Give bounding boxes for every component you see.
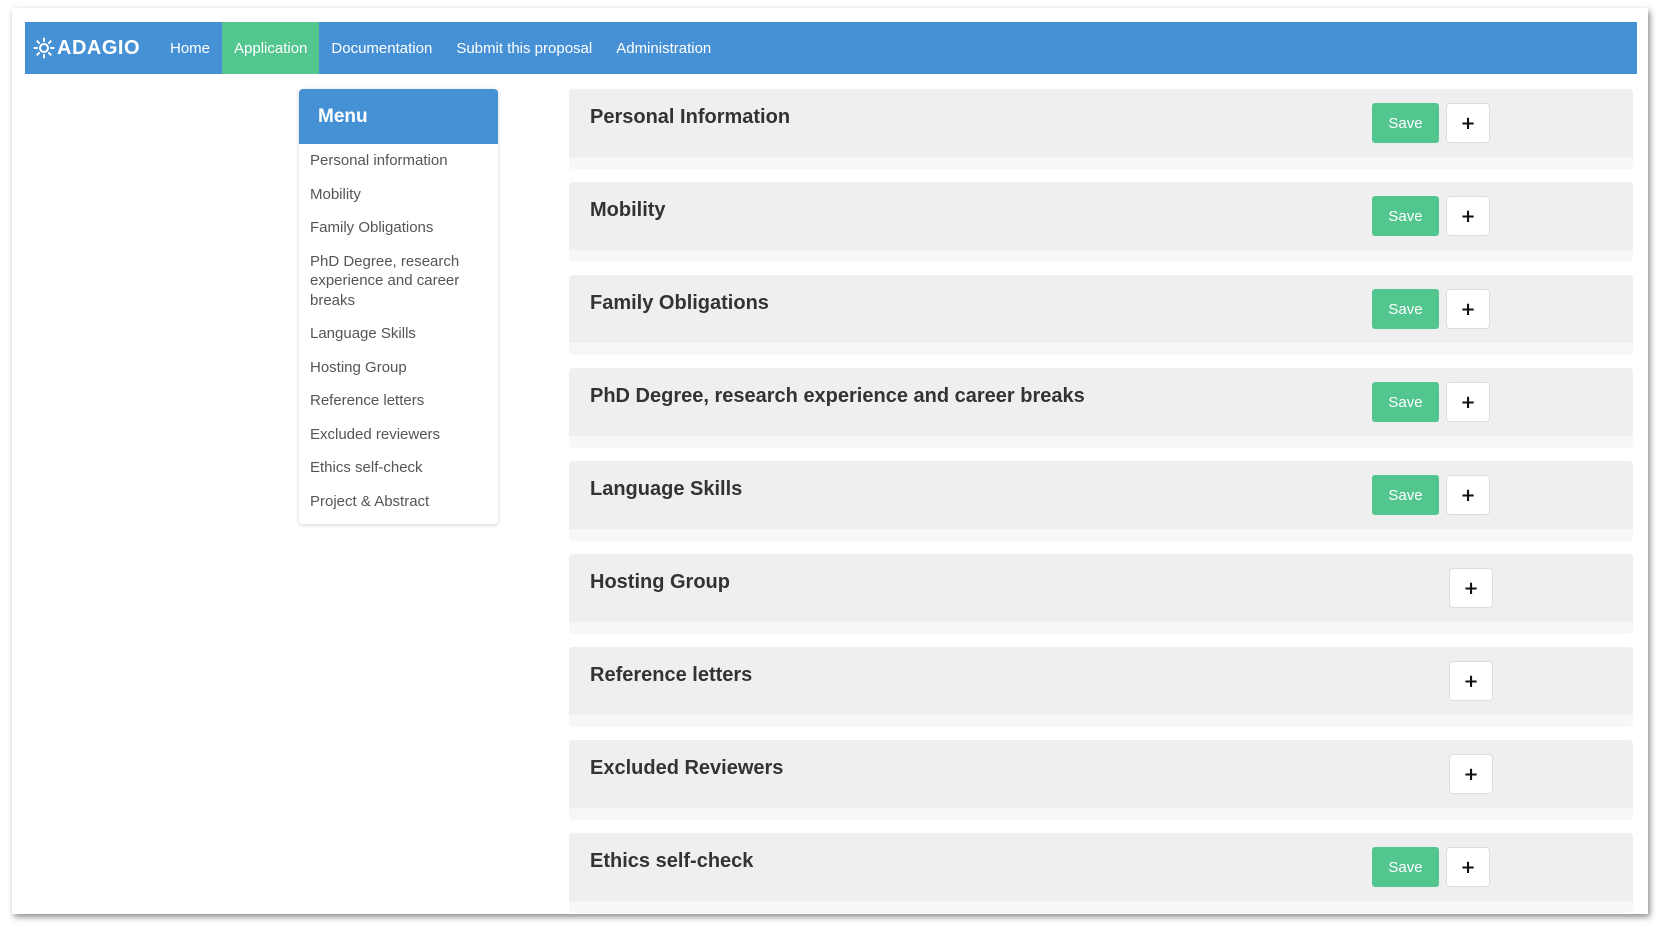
section-title: PhD Degree, research experience and care… — [590, 385, 1085, 407]
section-title: Reference letters — [590, 664, 753, 686]
side-menu: Menu Personal information Mobility Famil… — [299, 89, 498, 524]
menu-item-ethics-self-check[interactable]: Ethics self-check — [299, 451, 498, 485]
save-button[interactable]: Save — [1372, 103, 1439, 143]
section-header: Language Skills Save + — [569, 461, 1633, 529]
section-header: Mobility Save + — [569, 182, 1633, 250]
nav-submit-proposal-label: Submit this proposal — [456, 39, 593, 57]
nav-administration[interactable]: Administration — [604, 22, 723, 74]
section-header: Personal Information Save + — [569, 89, 1633, 157]
section-phd-degree: PhD Degree, research experience and care… — [569, 368, 1633, 448]
nav-submit-proposal[interactable]: Submit this proposal — [444, 22, 604, 74]
section-title: Mobility — [590, 199, 666, 221]
expand-plus-icon[interactable]: + — [1449, 568, 1493, 608]
section-title: Family Obligations — [590, 292, 769, 314]
section-title: Ethics self-check — [590, 850, 754, 872]
section-ethics-self-check: Ethics self-check Save + — [569, 833, 1633, 913]
nav-documentation-label: Documentation — [331, 39, 433, 57]
section-header: Reference letters + — [569, 647, 1633, 715]
expand-plus-icon[interactable]: + — [1449, 754, 1493, 794]
nav-documentation[interactable]: Documentation — [319, 22, 444, 74]
section-reference-letters: Reference letters + — [569, 647, 1633, 727]
section-mobility: Mobility Save + — [569, 182, 1633, 262]
app-window: ADAGIO Home Application Documentation Su… — [12, 8, 1648, 914]
menu-item-mobility[interactable]: Mobility — [299, 178, 498, 212]
menu-item-reference-letters[interactable]: Reference letters — [299, 384, 498, 418]
section-hosting-group: Hosting Group + — [569, 554, 1633, 634]
nav-administration-label: Administration — [616, 39, 712, 57]
save-button[interactable]: Save — [1372, 289, 1439, 329]
expand-plus-icon[interactable]: + — [1446, 196, 1490, 236]
menu-item-personal-information[interactable]: Personal information — [299, 144, 498, 178]
nav-home[interactable]: Home — [158, 22, 222, 74]
brand-logo[interactable]: ADAGIO — [25, 22, 158, 74]
menu-item-project-abstract[interactable]: Project & Abstract — [299, 485, 498, 519]
expand-plus-icon[interactable]: + — [1446, 289, 1490, 329]
section-excluded-reviewers: Excluded Reviewers + — [569, 740, 1633, 820]
sections-list: Personal Information Save + Mobility Sav… — [569, 89, 1633, 914]
section-language-skills: Language Skills Save + — [569, 461, 1633, 541]
save-button[interactable]: Save — [1372, 475, 1439, 515]
menu-title: Menu — [299, 89, 498, 144]
expand-plus-icon[interactable]: + — [1449, 661, 1493, 701]
expand-plus-icon[interactable]: + — [1446, 103, 1490, 143]
save-button[interactable]: Save — [1372, 847, 1439, 887]
expand-plus-icon[interactable]: + — [1446, 847, 1490, 887]
menu-item-family-obligations[interactable]: Family Obligations — [299, 211, 498, 245]
section-title: Personal Information — [590, 106, 791, 128]
brand-name: ADAGIO — [57, 36, 140, 59]
section-header: Family Obligations Save + — [569, 275, 1633, 343]
section-title: Excluded Reviewers — [590, 757, 784, 779]
nav-home-label: Home — [170, 39, 211, 57]
menu-item-hosting-group[interactable]: Hosting Group — [299, 351, 498, 385]
nav-application[interactable]: Application — [222, 22, 320, 74]
save-button[interactable]: Save — [1372, 382, 1439, 422]
expand-plus-icon[interactable]: + — [1446, 382, 1490, 422]
menu-item-language-skills[interactable]: Language Skills — [299, 317, 498, 351]
save-button[interactable]: Save — [1372, 196, 1439, 236]
menu-item-phd-degree[interactable]: PhD Degree, research experience and care… — [299, 245, 498, 318]
section-header: PhD Degree, research experience and care… — [569, 368, 1633, 436]
section-family-obligations: Family Obligations Save + — [569, 275, 1633, 355]
section-title: Language Skills — [590, 478, 743, 500]
top-navbar: ADAGIO Home Application Documentation Su… — [25, 22, 1637, 74]
gear-logo-icon — [33, 37, 55, 59]
section-header: Ethics self-check Save + — [569, 833, 1633, 901]
nav-application-label: Application — [234, 39, 308, 57]
section-header: Hosting Group + — [569, 554, 1633, 622]
expand-plus-icon[interactable]: + — [1446, 475, 1490, 515]
section-title: Hosting Group — [590, 571, 730, 593]
section-personal-information: Personal Information Save + — [569, 89, 1633, 169]
section-header: Excluded Reviewers + — [569, 740, 1633, 808]
menu-item-excluded-reviewers[interactable]: Excluded reviewers — [299, 418, 498, 452]
